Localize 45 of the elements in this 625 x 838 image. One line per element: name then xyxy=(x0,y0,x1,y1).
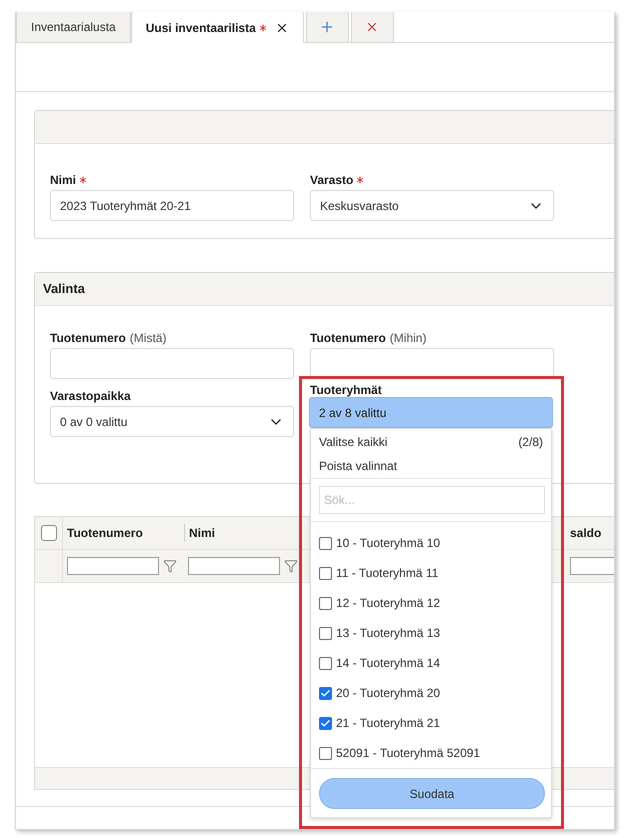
checkbox[interactable] xyxy=(319,626,332,640)
field-hint: (Mistä) xyxy=(130,330,166,347)
filter-icon[interactable] xyxy=(284,559,298,573)
checkbox[interactable] xyxy=(319,596,332,610)
select-all-option[interactable]: Valitse kaikki (2/8) xyxy=(311,430,551,455)
checkbox[interactable] xyxy=(319,536,332,550)
select-all-checkbox[interactable] xyxy=(40,525,56,541)
option-label[interactable]: 52091 - Tuoteryhmä 52091 xyxy=(336,744,480,762)
column-header: saldo xyxy=(570,525,602,542)
field-label: Varastopaikka xyxy=(50,388,131,405)
tab[interactable]: Inventaarialusta xyxy=(16,12,131,42)
field-label: Tuotenumero xyxy=(50,330,126,347)
option-label[interactable]: 14 - Tuoteryhmä 14 xyxy=(336,654,440,672)
option-label[interactable]: 20 - Tuoteryhmä 20 xyxy=(336,684,440,702)
filter-button[interactable]: Suodata xyxy=(319,778,545,809)
search-field[interactable]: Sök... xyxy=(319,486,545,514)
section-title: Valinta xyxy=(43,280,85,298)
filter-field[interactable] xyxy=(188,557,280,575)
field-hint: (Mihin) xyxy=(390,330,426,347)
tab[interactable]: Uusi inventaarilista xyxy=(130,12,304,43)
checkbox[interactable] xyxy=(319,686,332,700)
text-field[interactable] xyxy=(50,348,294,379)
select-field[interactable]: 0 av 0 valittu xyxy=(50,406,294,437)
option-label[interactable]: 21 - Tuoteryhmä 21 xyxy=(336,714,440,732)
filter-icon[interactable] xyxy=(163,559,177,573)
option-label[interactable]: 11 - Tuoteryhmä 11 xyxy=(336,564,438,582)
checkbox[interactable] xyxy=(319,656,332,670)
multiselect-button[interactable]: 2 av 8 valittu xyxy=(309,397,553,428)
field-label: Tuoteryhmät xyxy=(310,382,382,399)
field-label: Varasto xyxy=(310,172,354,189)
clear-option[interactable]: Poista valinnat xyxy=(311,454,551,478)
checkbox[interactable] xyxy=(319,566,332,580)
select-field[interactable]: Keskusvarasto xyxy=(310,190,554,221)
text-field[interactable]: 2023 Tuoteryhmät 20-21 xyxy=(50,190,294,221)
checkbox[interactable] xyxy=(319,716,332,730)
field-label: Nimi xyxy=(50,172,76,189)
option-label[interactable]: 13 - Tuoteryhmä 13 xyxy=(336,624,440,642)
filter-field[interactable] xyxy=(67,557,159,575)
checkbox[interactable] xyxy=(319,746,332,760)
option-label[interactable]: 10 - Tuoteryhmä 10 xyxy=(336,534,440,552)
text-field[interactable] xyxy=(310,348,554,379)
field-label: Tuotenumero xyxy=(310,330,386,347)
column-header: Nimi xyxy=(189,525,216,542)
column-header: Tuotenumero xyxy=(67,525,143,542)
option-label[interactable]: 12 - Tuoteryhmä 12 xyxy=(336,594,440,612)
